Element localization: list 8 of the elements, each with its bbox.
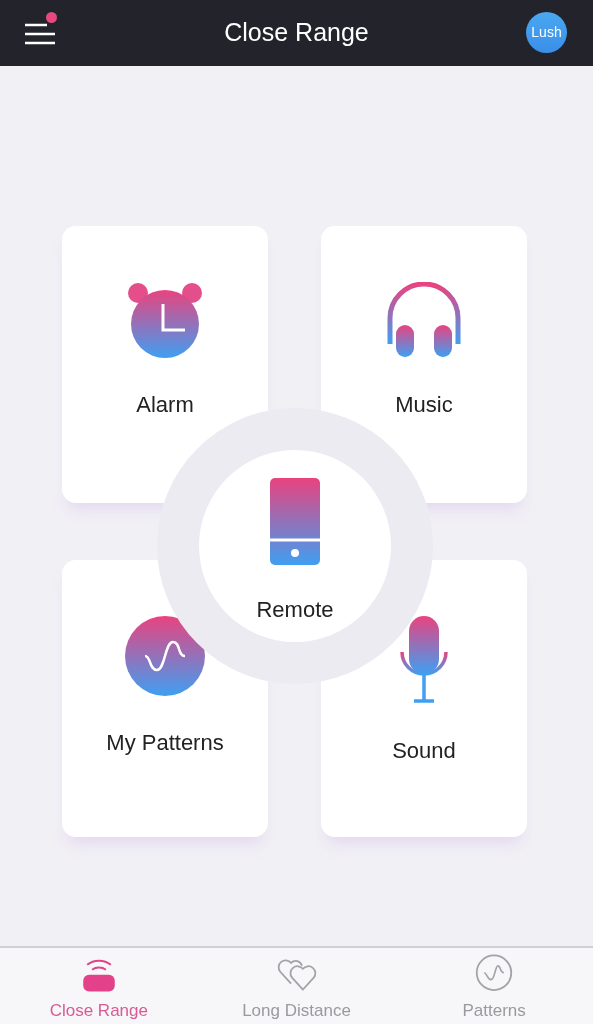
wave-icon (475, 954, 514, 992)
wave-icon (125, 616, 205, 696)
phone-icon (270, 478, 320, 565)
page-title: Close Range (224, 17, 369, 49)
alarm-clock-icon (127, 282, 203, 358)
microphone-icon (399, 616, 449, 704)
remote-button[interactable]: Remote (199, 450, 391, 642)
headphones-icon (386, 282, 462, 358)
